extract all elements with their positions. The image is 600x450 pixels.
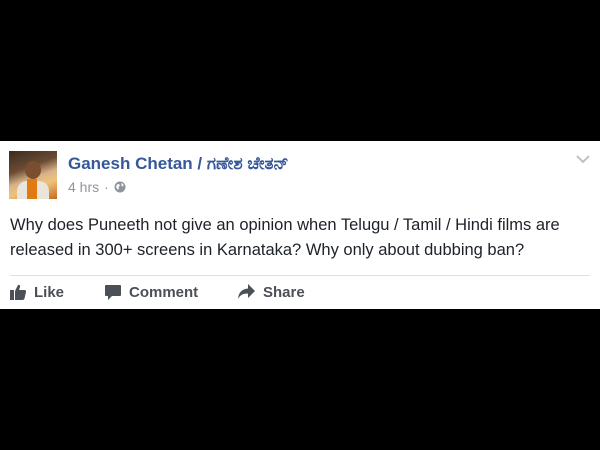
comment-label: Comment bbox=[129, 283, 199, 301]
share-button[interactable]: Share bbox=[237, 283, 305, 301]
avatar-scarf bbox=[27, 179, 37, 199]
chevron-down-icon[interactable] bbox=[576, 154, 590, 164]
globe-icon[interactable] bbox=[114, 181, 126, 193]
thumbs-up-icon bbox=[10, 284, 27, 300]
like-label: Like bbox=[34, 283, 65, 301]
avatar-head bbox=[25, 161, 41, 179]
divider bbox=[10, 275, 590, 276]
share-label: Share bbox=[263, 283, 305, 301]
post-meta: 4 hrs · bbox=[68, 179, 126, 195]
comment-button[interactable]: Comment bbox=[104, 283, 198, 301]
post-actions: Like Comment Share bbox=[0, 283, 600, 305]
avatar[interactable] bbox=[9, 151, 57, 199]
post-card: Ganesh Chetan / ಗಣೇಶ ಚೇತನ್ 4 hrs · Why d… bbox=[0, 141, 600, 309]
speech-bubble-icon bbox=[105, 285, 121, 300]
like-button[interactable]: Like bbox=[9, 283, 64, 301]
post-text: Why does Puneeth not give an opinion whe… bbox=[10, 216, 560, 259]
meta-separator: · bbox=[104, 179, 109, 195]
post-timestamp[interactable]: 4 hrs bbox=[68, 179, 99, 195]
share-arrow-icon bbox=[238, 284, 255, 299]
author-name[interactable]: Ganesh Chetan / ಗಣೇಶ ಚೇತನ್ bbox=[68, 154, 289, 174]
